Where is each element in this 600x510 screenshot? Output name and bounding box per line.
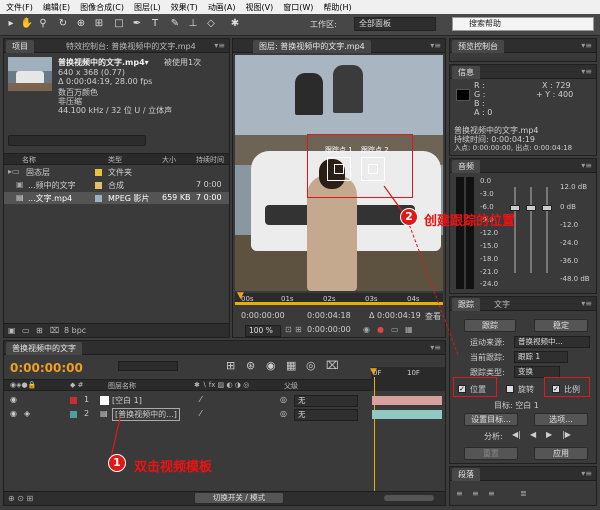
annotation-arrows	[109, 185, 459, 463]
annotation-badge-2: 2	[400, 208, 418, 226]
annotation-text-2: 创建跟踪的位置	[424, 214, 516, 229]
annotation-line-2	[405, 215, 459, 356]
annotation-badge-1: 1	[108, 454, 126, 472]
annotation-text-1: 双击视频模板	[134, 460, 213, 475]
